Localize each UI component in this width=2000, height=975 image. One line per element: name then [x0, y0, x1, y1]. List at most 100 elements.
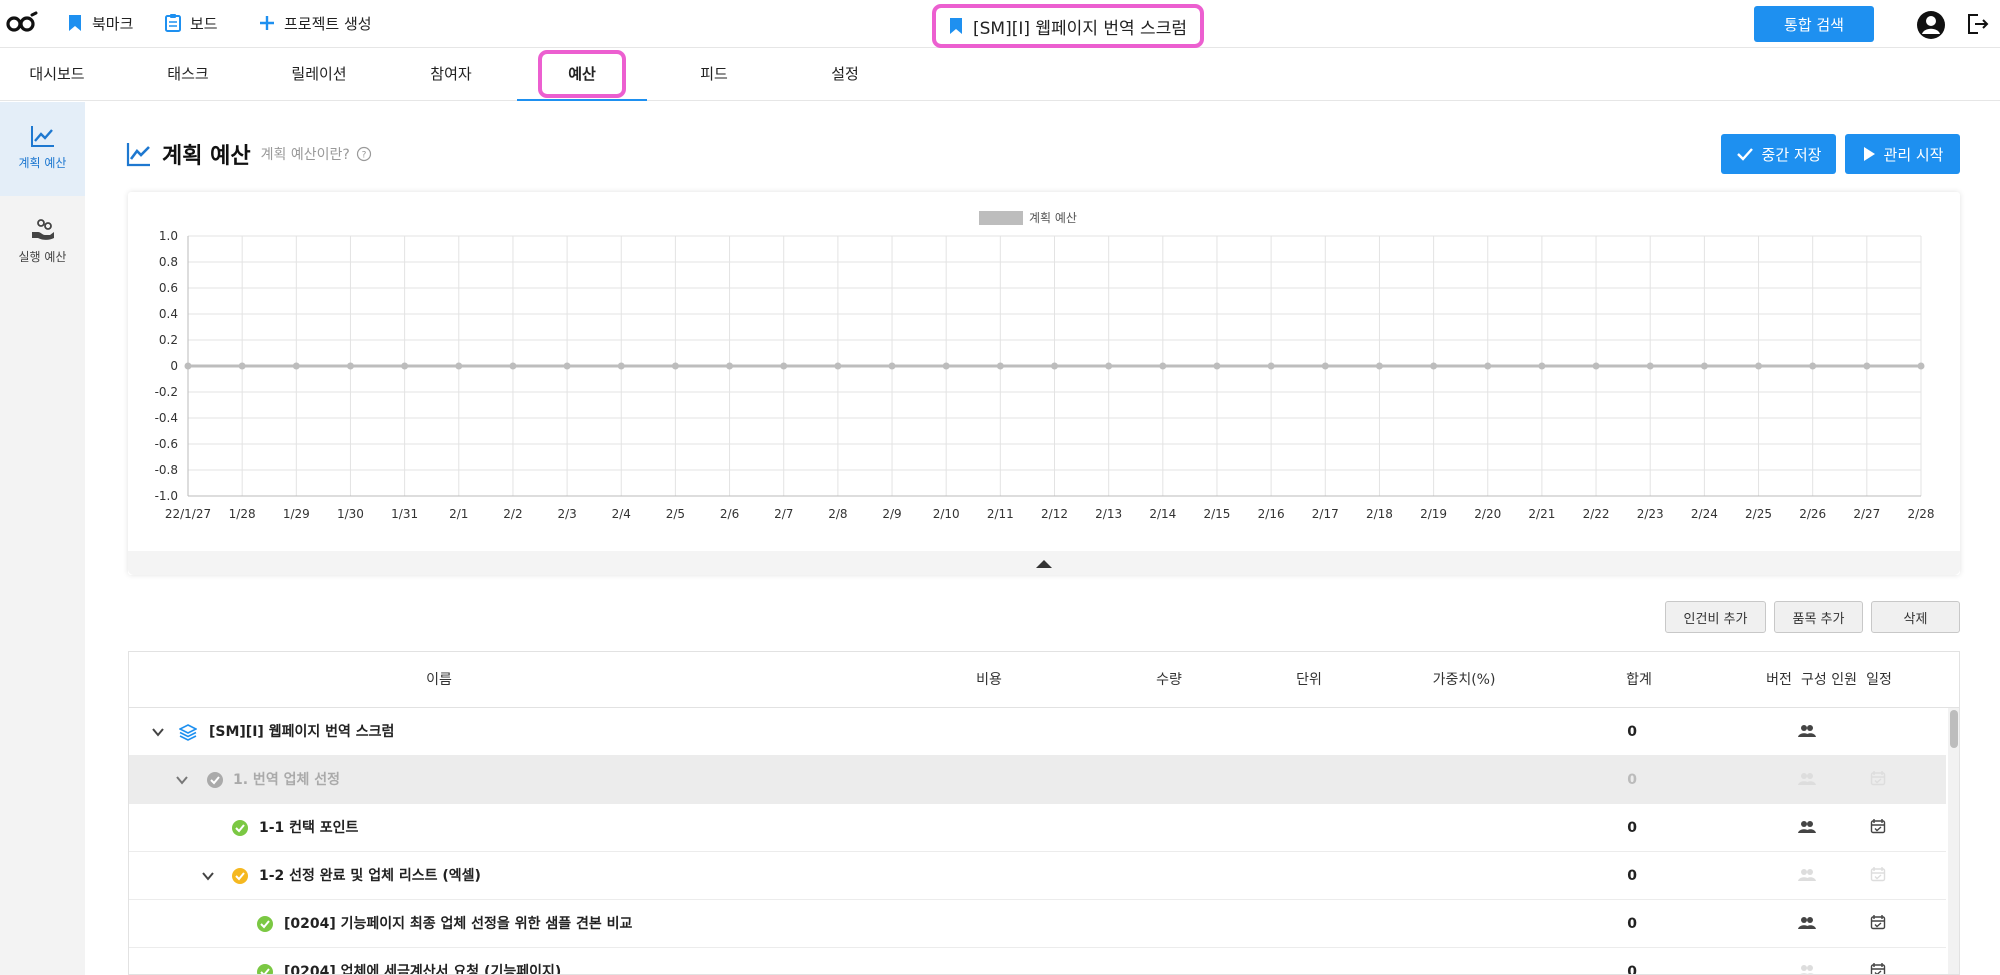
calendar-icon[interactable]	[1870, 818, 1886, 834]
y-tick-label: 0.4	[159, 307, 178, 321]
chevron-down-icon[interactable]	[174, 772, 190, 788]
y-tick-label: 0	[170, 359, 178, 373]
table-row[interactable]: 1-1 컨택 포인트 0	[129, 804, 1946, 852]
table-scrollbar[interactable]	[1948, 708, 1959, 974]
hand-coins-icon	[31, 219, 54, 240]
data-point	[942, 362, 950, 370]
save-draft-button[interactable]: 중간 저장	[1721, 134, 1836, 174]
bookmark-icon[interactable]	[949, 17, 963, 35]
x-tick-label: 2/2	[503, 507, 522, 521]
tab-dashboard[interactable]: 대시보드	[0, 49, 122, 101]
tab-tasks[interactable]: 태스크	[123, 49, 253, 101]
x-tick-label: 1/29	[283, 507, 310, 521]
row-total: 0	[1627, 964, 1637, 975]
row-total: 0	[1627, 820, 1637, 836]
tab-settings[interactable]: 설정	[780, 49, 910, 101]
data-point	[780, 362, 788, 370]
x-tick-label: 2/28	[1908, 507, 1935, 521]
x-tick-label: 2/14	[1149, 507, 1176, 521]
chevron-down-icon[interactable]	[150, 724, 166, 740]
y-tick-label: -0.4	[155, 411, 178, 425]
top-bar: 북마크 보드 프로젝트 생성 [SM][I] 웹페이지 번역 스크럼 통합 검색	[0, 0, 2000, 48]
tab-feed[interactable]: 피드	[649, 49, 779, 101]
check-circle-icon	[257, 964, 273, 974]
row-total: 0	[1627, 916, 1637, 932]
x-tick-label: 2/19	[1420, 507, 1447, 521]
table-row[interactable]: [0204] 업체에 세금계산서 요청 (기능페이지) 0	[129, 948, 1946, 975]
create-project-link[interactable]: 프로젝트 생성	[258, 10, 372, 36]
page-header: 계획 예산 계획 예산이란? ?	[126, 137, 372, 171]
calendar-icon[interactable]	[1870, 914, 1886, 930]
table-row[interactable]: [SM][I] 웹페이지 번역 스크럼 0	[129, 708, 1946, 756]
y-tick-label: 0.6	[159, 281, 178, 295]
calendar-icon[interactable]	[1870, 962, 1886, 975]
data-point	[888, 362, 896, 370]
board-link[interactable]: 보드	[164, 10, 218, 36]
data-point	[1430, 362, 1438, 370]
x-tick-label: 2/22	[1583, 507, 1610, 521]
data-point	[1700, 362, 1708, 370]
data-point	[1267, 362, 1275, 370]
data-point	[1159, 362, 1167, 370]
data-point	[1321, 362, 1329, 370]
user-avatar-icon[interactable]	[1916, 10, 1946, 40]
y-tick-label: -0.6	[155, 437, 178, 451]
help-link[interactable]: 계획 예산이란?	[261, 144, 350, 164]
data-point	[671, 362, 679, 370]
x-tick-label: 2/7	[774, 507, 793, 521]
members-icon[interactable]	[1798, 723, 1816, 739]
x-tick-label: 2/23	[1637, 507, 1664, 521]
y-tick-label: 0.2	[159, 333, 178, 347]
check-circle-icon	[257, 916, 273, 932]
data-point	[1538, 362, 1546, 370]
y-tick-label: -0.2	[155, 385, 178, 399]
bookmark-link[interactable]: 북마크	[66, 10, 133, 36]
data-point	[1809, 362, 1817, 370]
table-row[interactable]: 1. 번역 업체 선정 0	[129, 756, 1946, 804]
row-name: [0204] 기능페이지 최종 업체 선정을 위한 샘플 견본 비교	[284, 916, 633, 932]
row-total: 0	[1627, 772, 1637, 788]
x-tick-label: 1/28	[229, 507, 256, 521]
table-row[interactable]: 1-2 선정 완료 및 업체 리스트 (엑셀) 0	[129, 852, 1946, 900]
calendar-icon[interactable]	[1870, 770, 1886, 786]
calendar-icon[interactable]	[1870, 866, 1886, 882]
start-management-button[interactable]: 관리 시작	[1845, 134, 1960, 174]
members-icon[interactable]	[1798, 915, 1816, 931]
members-icon[interactable]	[1798, 963, 1816, 975]
budget-chart-card: 1.0 0.8 0.6 0.4 0.2 0 -0.2 -0.4 -0.6 -0.8 -1.0 22/1…	[128, 192, 1960, 575]
data-point	[1646, 362, 1654, 370]
logout-icon[interactable]	[1965, 12, 1989, 36]
create-project-label: 프로젝트 생성	[284, 14, 372, 33]
add-item-button[interactable]: 품목 추가	[1774, 601, 1863, 633]
data-point	[509, 362, 517, 370]
members-icon[interactable]	[1798, 771, 1816, 787]
column-header-quantity: 수량	[1156, 672, 1182, 688]
global-search-button[interactable]: 통합 검색	[1754, 6, 1874, 42]
bookmark-icon	[69, 15, 81, 31]
x-tick-label: 2/6	[720, 507, 739, 521]
plus-icon	[260, 16, 274, 30]
legend-swatch	[979, 211, 1023, 225]
tab-participants[interactable]: 참여자	[386, 49, 516, 101]
sidebar-item-label: 계획 예산	[18, 156, 67, 170]
question-icon[interactable]: ?	[356, 146, 372, 162]
column-header-cost: 비용	[976, 672, 1002, 688]
sidebar-item-planned-budget[interactable]: 계획 예산	[0, 102, 85, 196]
delete-button[interactable]: 삭제	[1871, 601, 1960, 633]
add-labor-button[interactable]: 인건비 추가	[1665, 601, 1766, 633]
x-tick-label: 2/12	[1041, 507, 1068, 521]
sidebar-item-actual-budget[interactable]: 실행 예산	[0, 196, 85, 290]
data-point	[455, 362, 463, 370]
members-icon[interactable]	[1798, 867, 1816, 883]
row-name: [0204] 업체에 세금계산서 요청 (기능페이지)	[284, 964, 562, 975]
svg-text:?: ?	[361, 151, 366, 161]
chevron-down-icon[interactable]	[200, 868, 216, 884]
line-chart-icon	[30, 126, 54, 147]
data-point	[1105, 362, 1113, 370]
table-row[interactable]: [0204] 기능페이지 최종 업체 선정을 위한 샘플 견본 비교 0	[129, 900, 1946, 948]
table-scrollbar-thumb[interactable]	[1950, 710, 1958, 748]
members-icon[interactable]	[1798, 819, 1816, 835]
app-logo-icon[interactable]	[6, 10, 38, 36]
tab-relations[interactable]: 릴레이션	[254, 49, 384, 101]
collapse-up-icon[interactable]	[1036, 560, 1052, 568]
